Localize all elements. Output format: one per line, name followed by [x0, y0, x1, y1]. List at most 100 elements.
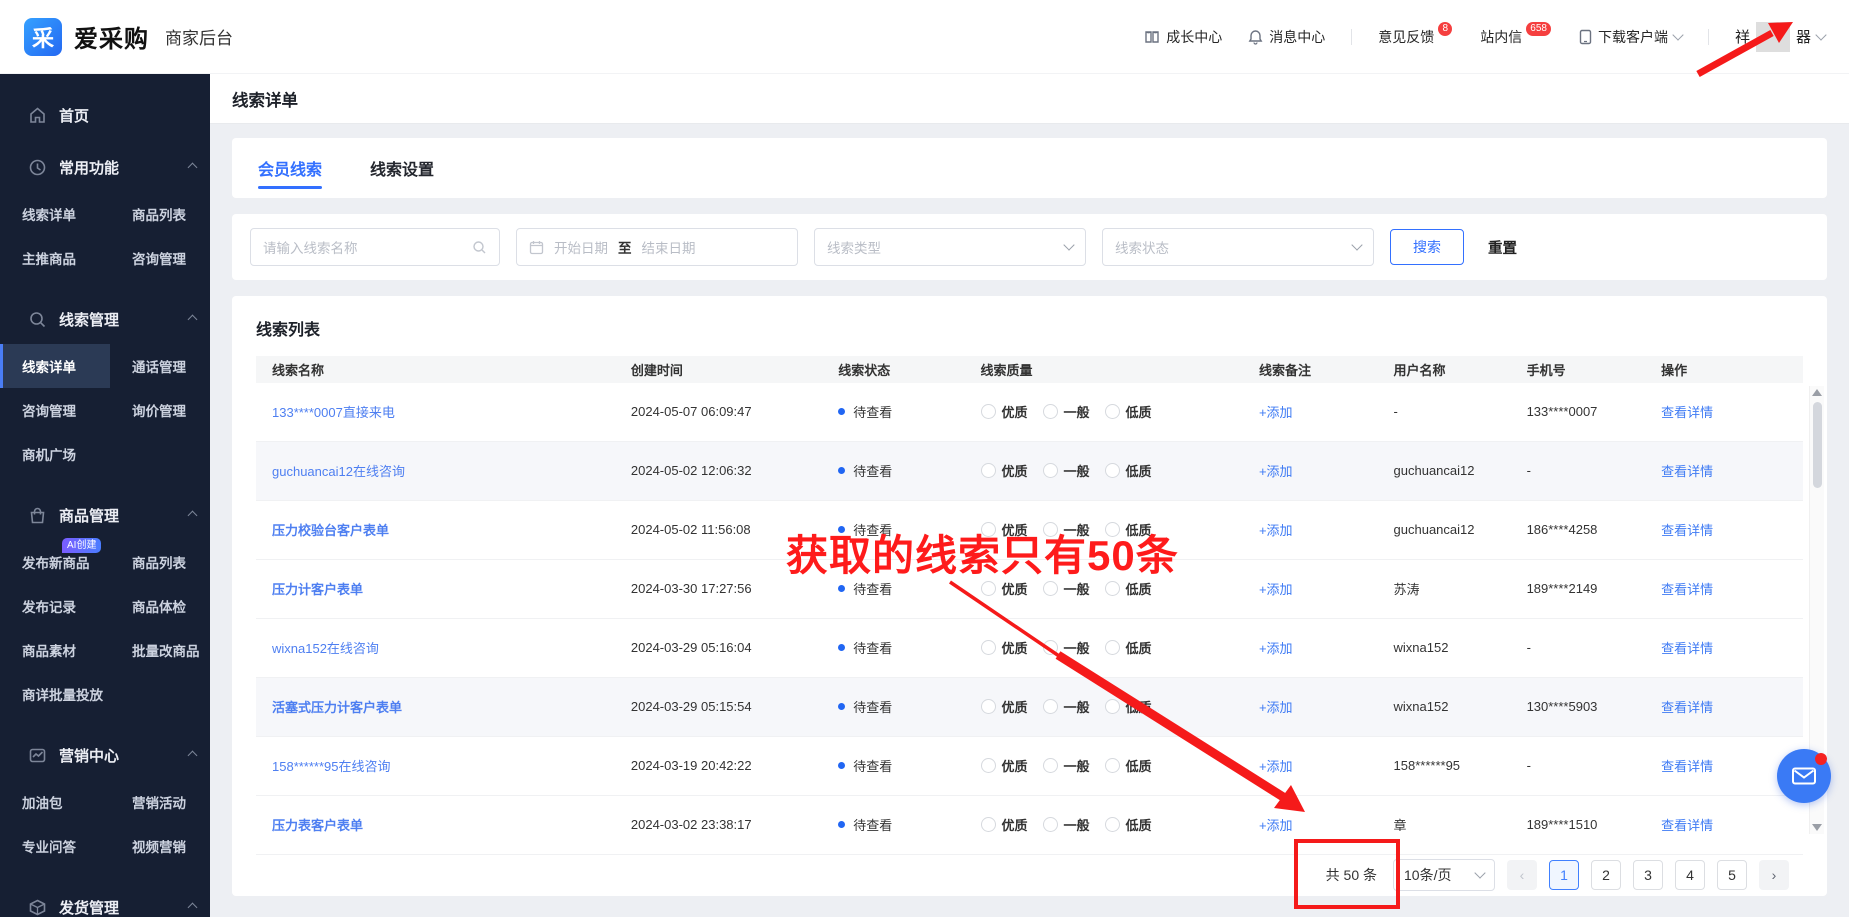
radio-circle-icon[interactable]	[981, 522, 996, 537]
radio-circle-icon[interactable]	[1043, 699, 1058, 714]
radio-circle-icon[interactable]	[1105, 581, 1120, 596]
add-remark-link[interactable]: +添加	[1259, 520, 1293, 539]
radio-circle-icon[interactable]	[1043, 817, 1058, 832]
radio-circle-icon[interactable]	[1105, 404, 1120, 419]
quality-radio-低质[interactable]: 低质	[1105, 520, 1152, 539]
date-range-input[interactable]: 开始日期 至 结束日期	[516, 228, 798, 266]
quality-radio-低质[interactable]: 低质	[1105, 756, 1152, 775]
quality-radio-一般[interactable]: 一般	[1043, 402, 1090, 421]
radio-circle-icon[interactable]	[1105, 758, 1120, 773]
mail-float-button[interactable]	[1777, 749, 1831, 803]
reset-button[interactable]: 重置	[1488, 237, 1517, 258]
quality-radio-优质[interactable]: 优质	[981, 402, 1028, 421]
quality-radio-一般[interactable]: 一般	[1043, 579, 1090, 598]
view-detail-link[interactable]: 查看详情	[1661, 756, 1713, 775]
quality-radio-优质[interactable]: 优质	[981, 697, 1028, 716]
quality-radio-低质[interactable]: 低质	[1105, 638, 1152, 657]
lead-name-input[interactable]: 请输入线索名称	[250, 228, 500, 266]
sidebar-item-批量改商品[interactable]: 批量改商品	[110, 628, 210, 672]
page-button-4[interactable]: 4	[1675, 860, 1705, 890]
sidebar-item-视频营销[interactable]: 视频营销	[110, 824, 210, 868]
tab-线索设置[interactable]: 线索设置	[370, 138, 434, 198]
page-button-1[interactable]: 1	[1549, 860, 1579, 890]
sidebar-item-线索详单[interactable]: 线索详单	[0, 344, 110, 388]
add-remark-link[interactable]: +添加	[1259, 697, 1293, 716]
add-remark-link[interactable]: +添加	[1259, 638, 1293, 657]
search-button[interactable]: 搜索	[1390, 229, 1464, 265]
radio-circle-icon[interactable]	[1043, 758, 1058, 773]
radio-circle-icon[interactable]	[981, 758, 996, 773]
view-detail-link[interactable]: 查看详情	[1661, 815, 1713, 834]
sidebar-item-商品素材[interactable]: 商品素材	[0, 628, 110, 672]
sidebar-item-商品列表[interactable]: 商品列表	[110, 192, 210, 236]
quality-radio-一般[interactable]: 一般	[1043, 520, 1090, 539]
lead-name-link[interactable]: 133****0007直接来电	[272, 402, 395, 421]
sidebar-section-head-products[interactable]: 商品管理	[0, 492, 210, 538]
lead-name-link[interactable]: 158******95在线咨询	[272, 756, 391, 775]
radio-circle-icon[interactable]	[1105, 699, 1120, 714]
user-menu[interactable]: 祥 器	[1735, 22, 1825, 52]
sidebar-section-head-leads[interactable]: 线索管理	[0, 296, 210, 342]
lead-name-link[interactable]: guchuancai12在线咨询	[272, 461, 405, 480]
sidebar-section-head-common[interactable]: 常用功能	[0, 144, 210, 190]
sidebar-item-商品列表[interactable]: 商品列表	[110, 540, 210, 584]
quality-radio-低质[interactable]: 低质	[1105, 815, 1152, 834]
scrollbar-thumb[interactable]	[1813, 402, 1822, 488]
lead-name-link[interactable]: wixna152在线咨询	[272, 638, 379, 657]
radio-circle-icon[interactable]	[1043, 404, 1058, 419]
sidebar-section-head-home[interactable]: 首页	[0, 92, 210, 138]
sidebar-item-发布记录[interactable]: 发布记录	[0, 584, 110, 628]
radio-circle-icon[interactable]	[1105, 463, 1120, 478]
lead-status-select[interactable]: 线索状态	[1102, 228, 1374, 266]
radio-circle-icon[interactable]	[981, 463, 996, 478]
page-button-2[interactable]: 2	[1591, 860, 1621, 890]
radio-circle-icon[interactable]	[981, 817, 996, 832]
next-page-button[interactable]: ›	[1759, 860, 1789, 890]
nav-site-mail[interactable]: 站内信 658	[1480, 27, 1553, 47]
sidebar-item-营销活动[interactable]: 营销活动	[110, 780, 210, 824]
quality-radio-低质[interactable]: 低质	[1105, 402, 1152, 421]
sidebar-item-线索详单[interactable]: 线索详单	[0, 192, 110, 236]
prev-page-button[interactable]: ‹	[1507, 860, 1537, 890]
lead-type-select[interactable]: 线索类型	[814, 228, 1086, 266]
lead-name-link[interactable]: 压力计客户表单	[272, 579, 363, 598]
radio-circle-icon[interactable]	[1043, 640, 1058, 655]
lead-name-link[interactable]: 压力校验台客户表单	[272, 520, 389, 539]
radio-circle-icon[interactable]	[981, 640, 996, 655]
view-detail-link[interactable]: 查看详情	[1661, 579, 1713, 598]
scroll-up-icon[interactable]	[1812, 389, 1822, 396]
quality-radio-优质[interactable]: 优质	[981, 461, 1028, 480]
radio-circle-icon[interactable]	[1043, 581, 1058, 596]
page-size-select[interactable]: 10条/页	[1393, 859, 1495, 891]
quality-radio-优质[interactable]: 优质	[981, 579, 1028, 598]
sidebar-item-商机广场[interactable]: 商机广场	[0, 432, 110, 476]
add-remark-link[interactable]: +添加	[1259, 756, 1293, 775]
quality-radio-优质[interactable]: 优质	[981, 520, 1028, 539]
lead-name-link[interactable]: 压力表客户表单	[272, 815, 363, 834]
tab-会员线索[interactable]: 会员线索	[258, 138, 322, 198]
quality-radio-优质[interactable]: 优质	[981, 756, 1028, 775]
sidebar-section-head-shipping[interactable]: 发货管理	[0, 884, 210, 917]
quality-radio-低质[interactable]: 低质	[1105, 697, 1152, 716]
radio-circle-icon[interactable]	[1043, 463, 1058, 478]
add-remark-link[interactable]: +添加	[1259, 402, 1293, 421]
quality-radio-优质[interactable]: 优质	[981, 815, 1028, 834]
quality-radio-一般[interactable]: 一般	[1043, 756, 1090, 775]
quality-radio-一般[interactable]: 一般	[1043, 815, 1090, 834]
sidebar-item-主推商品[interactable]: 主推商品	[0, 236, 110, 280]
radio-circle-icon[interactable]	[1043, 522, 1058, 537]
add-remark-link[interactable]: +添加	[1259, 461, 1293, 480]
radio-circle-icon[interactable]	[981, 404, 996, 419]
sidebar-item-咨询管理[interactable]: 咨询管理	[0, 388, 110, 432]
page-button-3[interactable]: 3	[1633, 860, 1663, 890]
scroll-down-icon[interactable]	[1812, 824, 1822, 831]
sidebar-item-询价管理[interactable]: 询价管理	[110, 388, 210, 432]
radio-circle-icon[interactable]	[1105, 522, 1120, 537]
page-button-5[interactable]: 5	[1717, 860, 1747, 890]
quality-radio-一般[interactable]: 一般	[1043, 697, 1090, 716]
radio-circle-icon[interactable]	[981, 699, 996, 714]
nav-download-client[interactable]: 下载客户端	[1579, 27, 1682, 47]
nav-growth-center[interactable]: 成长中心	[1144, 27, 1222, 47]
quality-radio-一般[interactable]: 一般	[1043, 638, 1090, 657]
view-detail-link[interactable]: 查看详情	[1661, 402, 1713, 421]
